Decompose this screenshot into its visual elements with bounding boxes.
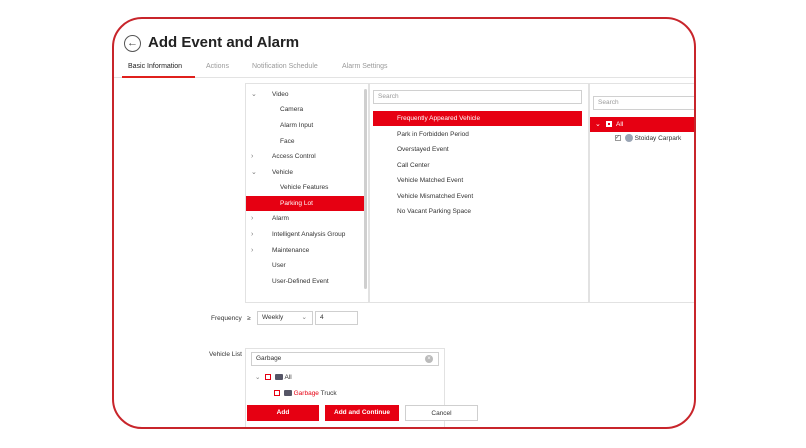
chevron-right-icon: › xyxy=(251,247,254,254)
active-tab-indicator xyxy=(122,76,195,78)
tab-actions[interactable]: Actions xyxy=(206,63,229,70)
chevron-down-icon: ⌄ xyxy=(251,91,257,98)
source-all-checkbox[interactable] xyxy=(606,121,612,127)
event-park-in-forbidden-period[interactable]: Park in Forbidden Period xyxy=(373,127,582,142)
clear-icon[interactable]: × xyxy=(425,355,433,363)
tab-bar: Basic Information Actions Notification S… xyxy=(114,61,694,78)
tree-item-vehicle-features[interactable]: Vehicle Features xyxy=(246,180,364,195)
vehicle-search-input[interactable]: Garbage × xyxy=(251,352,439,366)
source-search-input[interactable]: Search xyxy=(593,96,694,110)
event-frequently-appeared-vehicle[interactable]: Frequently Appeared Vehicle xyxy=(373,111,582,126)
event-no-vacant-parking-space[interactable]: No Vacant Parking Space xyxy=(373,204,582,219)
tree-item-camera[interactable]: Camera xyxy=(246,102,364,117)
window-frame: ← Add Event and Alarm Basic Information … xyxy=(112,17,696,429)
tab-alarm-settings[interactable]: Alarm Settings xyxy=(342,63,388,70)
tab-basic-information[interactable]: Basic Information xyxy=(128,63,182,70)
event-call-center[interactable]: Call Center xyxy=(373,158,582,173)
chevron-right-icon: › xyxy=(251,215,254,222)
source-tree-all[interactable]: ⌄ All xyxy=(590,117,694,132)
chevron-down-icon: ⌄ xyxy=(255,374,261,381)
frequency-operator: ≥ xyxy=(247,315,251,322)
event-vehicle-mismatched[interactable]: Vehicle Mismatched Event xyxy=(373,189,582,204)
page-title: Add Event and Alarm xyxy=(148,34,300,51)
vehicle-tree-garbage-truck[interactable]: Garbage Truck xyxy=(274,388,337,400)
carpark-icon xyxy=(624,134,633,143)
tree-item-alarm[interactable]: › Alarm xyxy=(246,211,364,226)
vehicle-group-icon xyxy=(275,374,284,381)
add-and-continue-button[interactable]: Add and Continue xyxy=(325,405,399,421)
tree-item-user[interactable]: User xyxy=(246,258,364,273)
tree-item-alarm-input[interactable]: Alarm Input xyxy=(246,118,364,133)
tree-item-intelligent-analysis-group[interactable]: › Intelligent Analysis Group xyxy=(246,227,364,242)
chevron-down-icon: ⌄ xyxy=(251,169,257,176)
chevron-down-icon: ⌄ xyxy=(595,121,601,128)
tree-item-video[interactable]: ⌄ Video xyxy=(246,87,364,102)
tree-item-maintenance[interactable]: › Maintenance xyxy=(246,243,364,258)
source-panel xyxy=(589,83,694,303)
source-tree-carpark[interactable]: Stoiday Carpark xyxy=(615,132,681,145)
vehicle-list-label: Vehicle List xyxy=(209,351,242,358)
event-type-panel: ⌄ Video Camera Alarm Input Face › Access C… xyxy=(245,83,369,303)
arrow-left-icon[interactable]: ← xyxy=(124,35,141,52)
event-vehicle-matched[interactable]: Vehicle Matched Event xyxy=(373,173,582,188)
garbage-truck-checkbox[interactable] xyxy=(274,390,280,397)
event-type-scrollbar[interactable] xyxy=(364,89,367,289)
cancel-button[interactable]: Cancel xyxy=(405,405,478,421)
vehicle-tree-all[interactable]: ⌄ All xyxy=(255,372,292,384)
carpark-checkbox[interactable] xyxy=(615,132,621,144)
tree-item-access-control[interactable]: › Access Control xyxy=(246,149,364,164)
frequency-label: Frequency xyxy=(211,315,242,322)
tree-item-user-defined-event[interactable]: User-Defined Event xyxy=(246,274,364,289)
chevron-down-icon: ⌄ xyxy=(301,314,307,321)
vehicle-icon xyxy=(283,390,292,397)
tree-item-vehicle[interactable]: ⌄ Vehicle xyxy=(246,165,364,180)
add-button[interactable]: Add xyxy=(247,405,319,421)
frequency-count-input[interactable]: 4 xyxy=(315,311,358,325)
event-overstayed[interactable]: Overstayed Event xyxy=(373,142,582,157)
chevron-right-icon: › xyxy=(251,231,254,238)
tab-notification-schedule[interactable]: Notification Schedule xyxy=(252,63,318,70)
tree-item-parking-lot[interactable]: Parking Lot xyxy=(246,196,364,211)
chevron-right-icon: › xyxy=(251,153,254,160)
vehicle-all-checkbox[interactable] xyxy=(265,374,272,381)
tree-item-face[interactable]: Face xyxy=(246,134,364,149)
frequency-period-select[interactable]: Weekly ⌄ xyxy=(257,311,313,325)
event-search-input[interactable]: Search xyxy=(373,90,582,104)
